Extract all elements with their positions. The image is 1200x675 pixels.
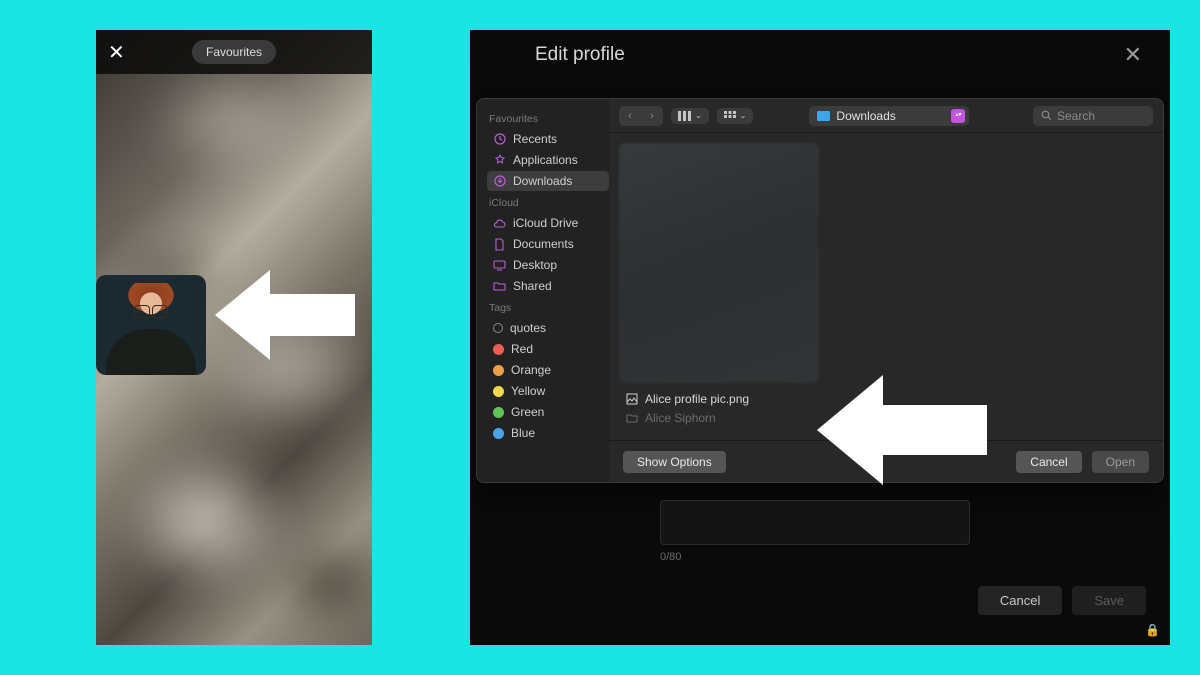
sidebar-item-recents[interactable]: Recents xyxy=(487,129,609,149)
edit-profile-footer: Cancel Save xyxy=(978,586,1146,615)
favourites-pill[interactable]: Favourites xyxy=(192,40,276,64)
sidebar-item-label: Red xyxy=(511,342,533,356)
char-count: 0/80 xyxy=(660,551,980,563)
doc-icon xyxy=(493,238,506,251)
tag-dot-icon xyxy=(493,407,504,418)
sidebar-item-label: Downloads xyxy=(513,174,572,188)
mobile-top-bar: ✕ Favourites xyxy=(96,30,372,74)
sidebar-tag-red[interactable]: Red xyxy=(487,339,609,359)
sidebar-section-favourites: Favourites xyxy=(489,113,609,125)
image-file-icon xyxy=(625,393,638,406)
search-icon xyxy=(1041,110,1052,121)
profile-save-button[interactable]: Save xyxy=(1072,586,1146,615)
search-field[interactable]: Search xyxy=(1033,106,1153,126)
tag-dot-icon xyxy=(493,428,504,439)
file-item[interactable]: Alice Siphorn xyxy=(619,409,722,427)
file-preview xyxy=(619,143,819,383)
sidebar-item-applications[interactable]: Applications xyxy=(487,150,609,170)
dropdown-icon: ▴▾ xyxy=(951,109,965,123)
sidebar-item-label: Green xyxy=(511,405,544,419)
sidebar-item-label: Orange xyxy=(511,363,551,377)
cancel-button[interactable]: Cancel xyxy=(1016,451,1081,473)
annotation-arrow-left xyxy=(215,260,355,370)
search-placeholder: Search xyxy=(1057,109,1095,123)
desktop-icon xyxy=(493,259,506,272)
close-icon[interactable]: ✕ xyxy=(108,40,125,65)
tag-dot-icon xyxy=(493,344,504,355)
columns-icon xyxy=(678,111,691,121)
show-options-button[interactable]: Show Options xyxy=(623,451,726,473)
lock-icon: 🔒 xyxy=(1145,623,1160,637)
clock-icon xyxy=(493,133,506,146)
edit-profile-window: Edit profile ✕ Favourites Recents Applic… xyxy=(470,30,1170,645)
sidebar-tag-quotes[interactable]: quotes xyxy=(487,318,609,338)
forward-button[interactable]: › xyxy=(641,106,663,126)
sidebar-item-label: Shared xyxy=(513,279,552,293)
sidebar-item-shared[interactable]: Shared xyxy=(487,276,609,296)
sidebar-item-label: Documents xyxy=(513,237,574,251)
sidebar-tag-orange[interactable]: Orange xyxy=(487,360,609,380)
sidebar-item-icloud-drive[interactable]: iCloud Drive xyxy=(487,213,609,233)
folder-icon xyxy=(817,111,830,121)
sidebar-item-label: Blue xyxy=(511,426,535,440)
nav-buttons: ‹ › xyxy=(619,106,663,126)
sidebar-item-downloads[interactable]: Downloads xyxy=(487,171,609,191)
file-picker-toolbar: ‹ › ⌄ ⌄ Downloads ▴▾ xyxy=(609,99,1163,133)
folder-icon xyxy=(493,280,506,293)
view-grid-button[interactable]: ⌄ xyxy=(717,108,754,124)
annotation-arrow-right xyxy=(817,365,987,495)
profile-cancel-button[interactable]: Cancel xyxy=(978,586,1062,615)
open-button[interactable]: Open xyxy=(1092,451,1149,473)
tag-dot-icon xyxy=(493,386,504,397)
back-button[interactable]: ‹ xyxy=(619,106,641,126)
edit-profile-title: Edit profile xyxy=(535,44,625,66)
sidebar-item-documents[interactable]: Documents xyxy=(487,234,609,254)
tag-dot-icon xyxy=(493,323,503,333)
folder-icon xyxy=(625,412,638,425)
sidebar-section-icloud: iCloud xyxy=(489,197,609,209)
apps-icon xyxy=(493,154,506,167)
grid-icon xyxy=(724,111,736,121)
download-icon xyxy=(493,175,506,188)
sidebar-item-label: Desktop xyxy=(513,258,557,272)
selected-thumbnail[interactable] xyxy=(96,275,206,375)
close-icon[interactable]: ✕ xyxy=(1124,42,1142,68)
sidebar-item-label: iCloud Drive xyxy=(513,216,578,230)
file-name: Alice Siphorn xyxy=(645,411,716,425)
cloud-icon xyxy=(493,217,506,230)
sidebar-item-label: Applications xyxy=(513,153,578,167)
edit-profile-header: Edit profile ✕ xyxy=(470,30,1170,80)
tag-dot-icon xyxy=(493,365,504,376)
file-item[interactable]: Alice profile pic.png xyxy=(619,390,755,408)
sidebar-item-label: quotes xyxy=(510,321,546,335)
sidebar-section-tags: Tags xyxy=(489,302,609,314)
path-label: Downloads xyxy=(836,109,895,123)
bio-textarea[interactable] xyxy=(660,500,970,545)
sidebar-item-label: Yellow xyxy=(511,384,545,398)
sidebar-tag-green[interactable]: Green xyxy=(487,402,609,422)
file-picker-sidebar: Favourites Recents Applications Download… xyxy=(477,99,609,482)
file-name: Alice profile pic.png xyxy=(645,392,749,406)
sidebar-tag-blue[interactable]: Blue xyxy=(487,423,609,443)
sidebar-tag-yellow[interactable]: Yellow xyxy=(487,381,609,401)
sidebar-item-label: Recents xyxy=(513,132,557,146)
bio-section: 0/80 xyxy=(660,500,980,563)
view-columns-button[interactable]: ⌄ xyxy=(671,108,709,124)
path-selector[interactable]: Downloads ▴▾ xyxy=(809,106,969,126)
sidebar-item-desktop[interactable]: Desktop xyxy=(487,255,609,275)
